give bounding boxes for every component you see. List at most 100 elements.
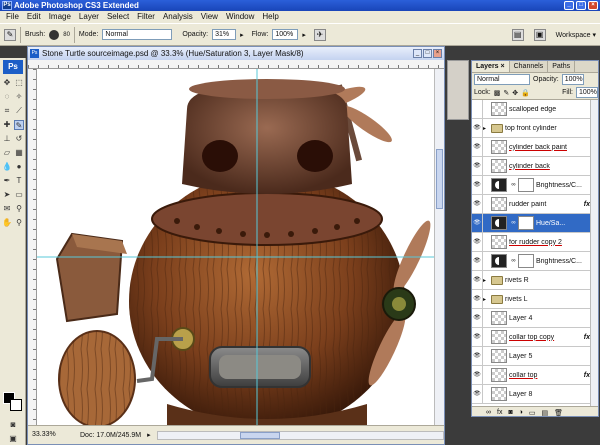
tab-layers[interactable]: Layers × — [472, 61, 510, 72]
layer-thumbnail[interactable] — [491, 349, 507, 363]
document-maximize-button[interactable]: □ — [423, 49, 432, 58]
link-icon[interactable]: ∞ — [486, 409, 491, 416]
tab-paths[interactable]: Paths — [548, 61, 576, 72]
visibility-eye-icon[interactable]: 👁 — [472, 138, 483, 156]
path-select-tool-icon[interactable]: ➤ — [2, 190, 12, 200]
horizontal-ruler[interactable] — [28, 60, 444, 69]
group-expand-icon[interactable]: ▸ — [483, 296, 491, 303]
opacity-dropdown-icon[interactable]: ▸ — [240, 31, 244, 39]
layer-row[interactable]: 👁 for rudder copy 2 — [472, 233, 598, 252]
vertical-ruler[interactable] — [28, 69, 37, 425]
folder-icon[interactable] — [491, 275, 503, 285]
lasso-tool-icon[interactable]: ◌ — [2, 92, 12, 102]
visibility-eye-icon[interactable]: 👁 — [472, 366, 483, 384]
mode-select[interactable]: Normal — [102, 29, 173, 40]
history-brush-tool-icon[interactable]: ↺ — [14, 134, 24, 144]
adjustment-icon[interactable]: ◑ — [519, 409, 523, 416]
mask-link-icon[interactable]: ∞ — [509, 258, 518, 264]
menu-item-window[interactable]: Window — [222, 11, 258, 23]
minimize-button[interactable]: _ — [564, 1, 574, 10]
layer-row[interactable]: 👁 collar top copy fx — [472, 328, 598, 347]
visibility-eye-icon[interactable]: 👁 — [472, 176, 483, 194]
screen-mode-icon[interactable]: ▣ — [8, 434, 18, 444]
layer-thumbnail[interactable] — [491, 235, 507, 249]
group-expand-icon[interactable]: ▸ — [483, 125, 491, 132]
menu-item-view[interactable]: View — [197, 11, 222, 23]
background-color-swatch[interactable] — [10, 399, 22, 411]
layer-thumbnail[interactable] — [491, 254, 507, 268]
document-canvas[interactable] — [37, 69, 434, 425]
flow-input[interactable]: 100% — [272, 29, 299, 40]
menu-item-file[interactable]: File — [2, 11, 23, 23]
tab-channels[interactable]: Channels — [510, 61, 549, 72]
layer-row[interactable]: 👁 rudder paint fx — [472, 195, 598, 214]
hand-tool-icon[interactable]: ✋ — [2, 218, 12, 228]
fx-icon[interactable]: fx — [497, 409, 502, 416]
visibility-eye-icon[interactable]: 👁 — [472, 385, 483, 403]
folder-icon[interactable]: ▭ — [529, 409, 536, 417]
zoom-tool-icon[interactable]: ⚲ — [14, 218, 24, 228]
blur-tool-icon[interactable]: 💧 — [2, 162, 12, 172]
visibility-eye-icon[interactable]: 👁 — [472, 347, 483, 365]
visibility-eye-icon[interactable] — [472, 100, 483, 118]
visibility-eye-icon[interactable]: 👁 — [472, 328, 483, 346]
layer-row[interactable]: 👁 ▸ rivets L — [472, 290, 598, 309]
menu-item-select[interactable]: Select — [103, 11, 133, 23]
move-tool-icon[interactable]: ✥ — [2, 78, 12, 88]
layer-row[interactable]: 👁 Layer 5 — [472, 347, 598, 366]
shape-tool-icon[interactable]: ▭ — [14, 190, 24, 200]
zoom-level[interactable]: 33.33% — [30, 430, 56, 441]
visibility-eye-icon[interactable]: 👁 — [472, 309, 483, 327]
layer-thumbnail[interactable] — [491, 311, 507, 325]
group-expand-icon[interactable]: ▸ — [483, 277, 491, 284]
mask-link-icon[interactable]: ∞ — [509, 220, 518, 226]
fill-input[interactable]: 100% — [576, 87, 598, 98]
collapsed-panels-strip[interactable] — [447, 60, 469, 120]
status-menu-arrow-icon[interactable]: ▸ — [147, 431, 151, 439]
layers-scrollbar[interactable] — [590, 100, 598, 406]
magic-wand-tool-icon[interactable]: ✧ — [14, 92, 24, 102]
brush-size[interactable]: 80 — [63, 32, 70, 38]
horizontal-scrollbar[interactable] — [156, 430, 444, 440]
trash-icon[interactable]: 🗑 — [554, 409, 563, 417]
layer-mask-thumbnail[interactable] — [518, 178, 534, 192]
brush-tool-icon[interactable]: ✎ — [4, 28, 16, 41]
vertical-scroll-thumb[interactable] — [436, 149, 443, 209]
layer-opacity-input[interactable]: 100% — [561, 74, 584, 85]
layer-row[interactable]: 👁 ▸ top front cylinder — [472, 119, 598, 138]
close-button[interactable]: × — [588, 1, 598, 10]
menu-item-layer[interactable]: Layer — [75, 11, 103, 23]
bridge-icon[interactable]: ▤ — [511, 28, 524, 41]
workspace-menu[interactable]: Workspace ▾ — [556, 31, 596, 39]
eyedropper-tool-icon[interactable]: ⚲ — [14, 204, 24, 214]
layer-row[interactable]: 👁 ∞ Brightness/C... — [472, 252, 598, 271]
document-title-bar[interactable]: Ps Stone Turtle sourceimage.psd @ 33.3% … — [28, 47, 444, 60]
layer-thumbnail[interactable] — [491, 387, 507, 401]
lock-all-icon[interactable]: 🔒 — [521, 89, 530, 97]
visibility-eye-icon[interactable]: 👁 — [472, 252, 483, 270]
layer-thumbnail[interactable] — [491, 178, 507, 192]
layer-row[interactable]: 👁 ∞ Brightness/C... — [472, 176, 598, 195]
menu-item-image[interactable]: Image — [45, 11, 75, 23]
slice-tool-icon[interactable]: ⟋ — [14, 106, 24, 116]
marquee-tool-icon[interactable]: ⬚ — [14, 78, 24, 88]
blend-mode-select[interactable]: Normal — [474, 74, 530, 85]
layer-thumbnail[interactable] — [491, 140, 507, 154]
layer-row[interactable]: 👁 Layer 8 — [472, 385, 598, 404]
mask-link-icon[interactable]: ∞ — [509, 182, 518, 188]
folder-icon[interactable] — [491, 123, 503, 133]
document-minimize-button[interactable]: _ — [413, 49, 422, 58]
menu-item-analysis[interactable]: Analysis — [159, 11, 197, 23]
dodge-tool-icon[interactable]: ● — [14, 162, 24, 172]
maximize-button[interactable]: □ — [576, 1, 586, 10]
visibility-eye-icon[interactable]: 👁 — [472, 233, 483, 251]
layer-thumbnail[interactable] — [491, 197, 507, 211]
eraser-tool-icon[interactable]: ▱ — [2, 148, 12, 158]
layer-mask-thumbnail[interactable] — [518, 254, 534, 268]
visibility-eye-icon[interactable]: 👁 — [472, 290, 483, 308]
brush-tool-icon[interactable]: ✎ — [14, 120, 24, 130]
opacity-input[interactable]: 31% — [212, 29, 237, 40]
layer-row[interactable]: 👁 Layer 4 — [472, 309, 598, 328]
gradient-tool-icon[interactable]: ▦ — [14, 148, 24, 158]
visibility-eye-icon[interactable]: 👁 — [472, 195, 483, 213]
